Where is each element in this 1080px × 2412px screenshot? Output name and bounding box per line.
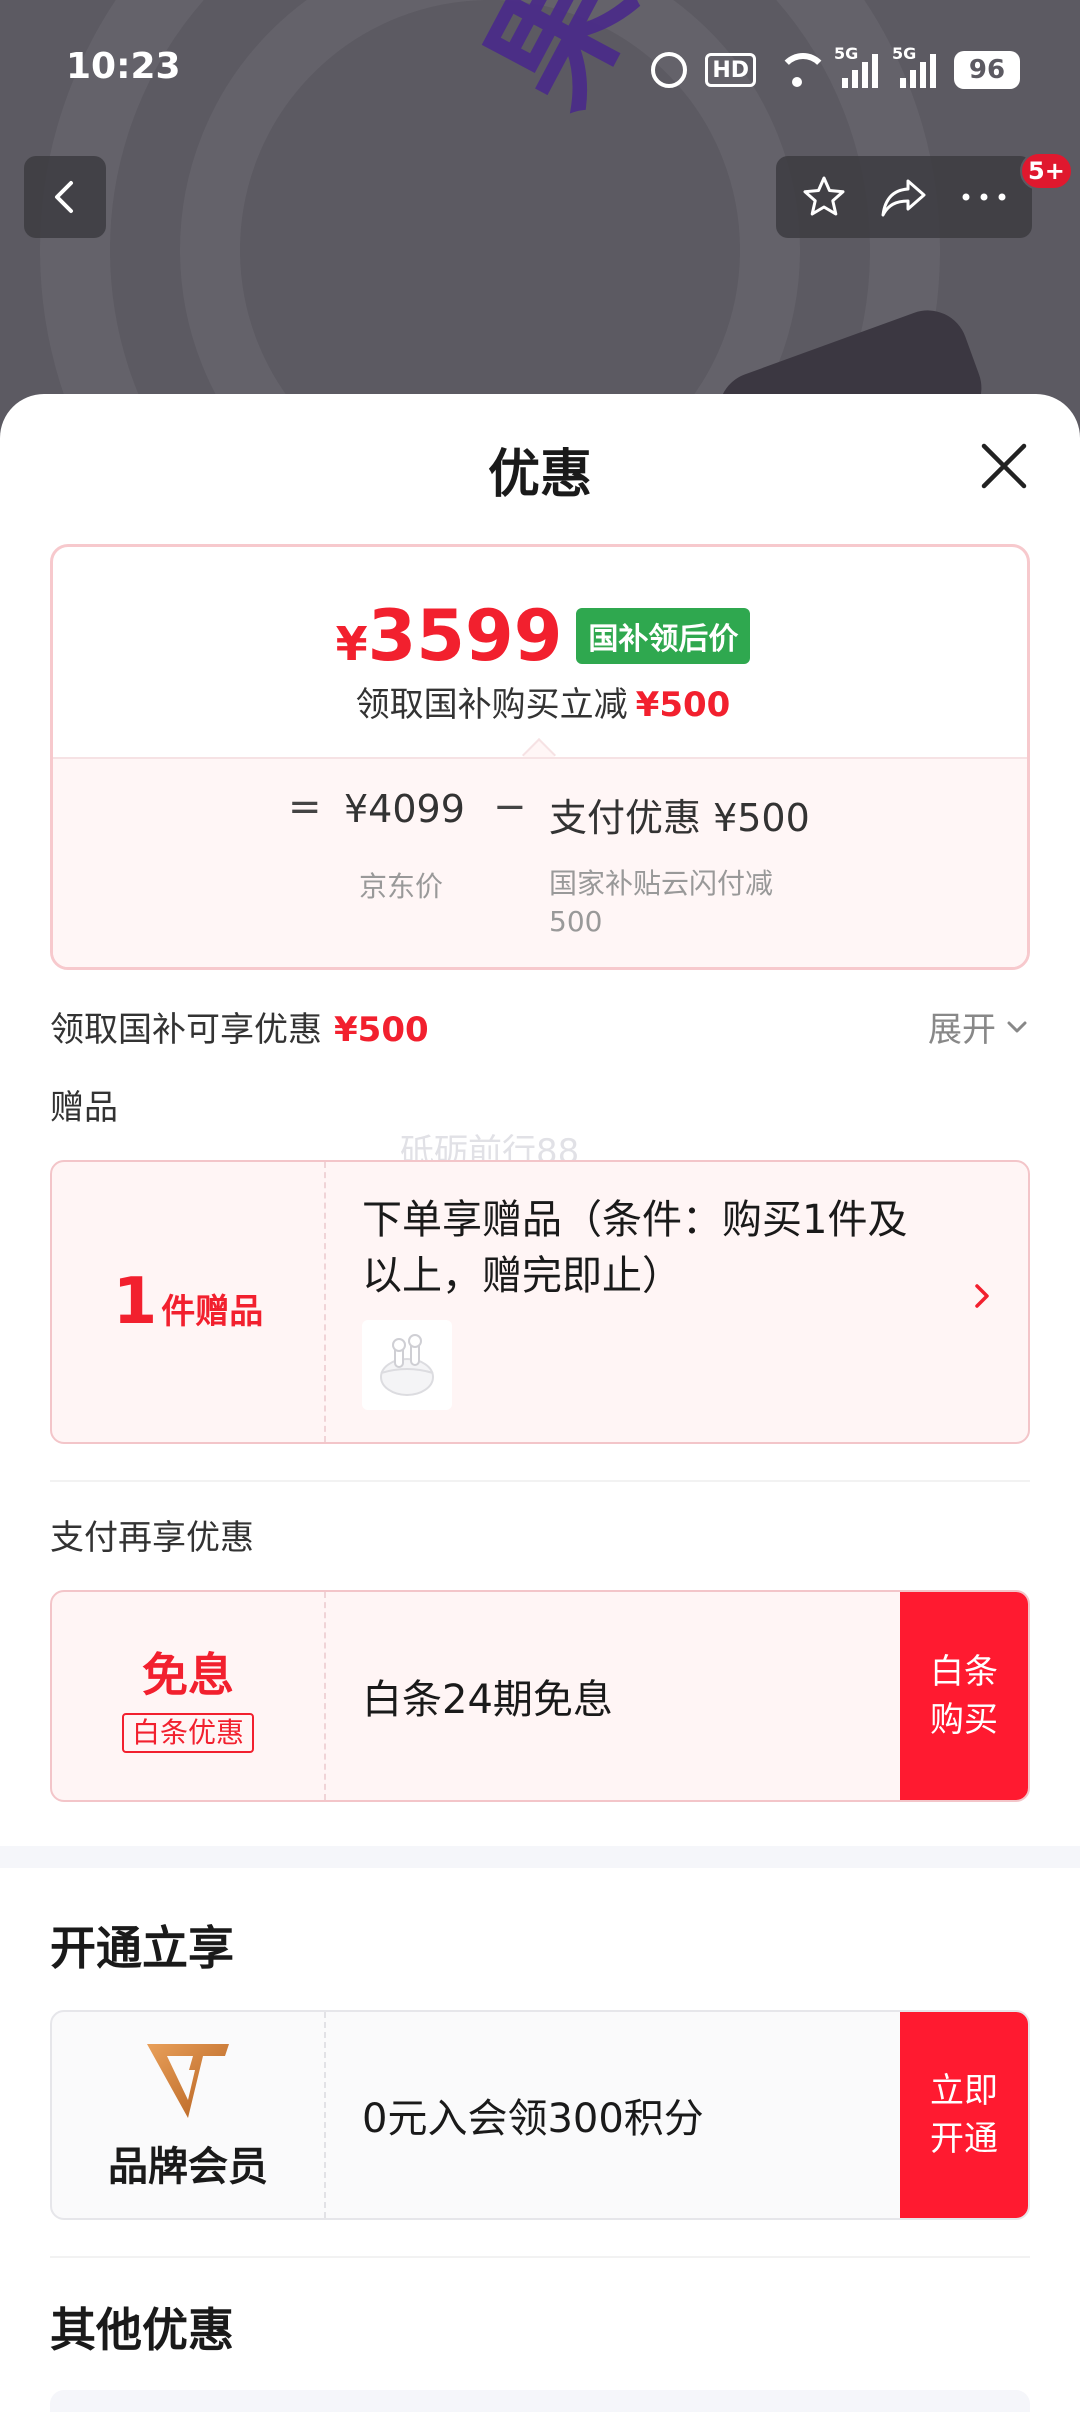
brand-member-name: 品牌会员 [108, 2144, 268, 2190]
favorite-button[interactable] [789, 162, 859, 232]
sheet-title: 优惠 [487, 445, 592, 505]
subsidy-discount-amount: ¥500 [334, 1010, 429, 1050]
nav-actions [776, 156, 1032, 238]
pay-discount-label: 国家补贴云闪付减500 [549, 867, 774, 938]
signal-5g-icon: 5G [892, 44, 936, 88]
interest-free-title: 免息 [142, 1648, 234, 1702]
gift-earbuds-image[interactable] [362, 1320, 452, 1410]
network-5g-label: 5G [892, 44, 917, 63]
price-breakdown: = ¥4099 京东价 − 支付优惠 ¥500 国家补贴云闪付减500 [53, 757, 1027, 967]
gift-detail-arrow[interactable] [972, 1280, 992, 1316]
battery-icon: 96 [954, 51, 1020, 89]
network-5g-label: 5G [834, 44, 859, 63]
close-button[interactable] [974, 436, 1034, 496]
close-icon [981, 443, 1027, 489]
chevron-right-icon [975, 1284, 989, 1308]
share-icon [881, 179, 926, 217]
hd-icon: HD [705, 53, 756, 87]
minus-sign: − [493, 784, 527, 830]
membership-section-title: 开通立享 [50, 1921, 234, 1975]
membership-card-left: 品牌会员 [52, 2012, 326, 2218]
other-section-title: 其他优惠 [50, 2303, 234, 2357]
discount-sheet: 优惠 ¥3599 国补领后价 领取国补购买立减 ¥500 = ¥4099 京东价 −… [0, 394, 1080, 2412]
join-membership-button[interactable]: 立即开通 [900, 2012, 1028, 2218]
share-button[interactable] [869, 162, 939, 232]
gift-description: 下单享赠品（条件：购买1件及以上，赠完即止） [362, 1197, 908, 1299]
subsidy-price-tag: 国补领后价 [576, 608, 751, 664]
expand-button[interactable]: 展开 [928, 1002, 1030, 1051]
subsidy-amount: ¥500 [635, 685, 731, 725]
back-button[interactable] [24, 156, 106, 238]
status-icons: HD 5G 5G 96 [651, 44, 1020, 92]
gift-coupon-left: 1 件赠品 [52, 1162, 326, 1442]
chevron-left-icon [55, 181, 73, 213]
signal-5g-icon: 5G [834, 44, 878, 88]
price-line: ¥3599 国补领后价 [53, 595, 1027, 677]
gift-count: 1 件赠品 [112, 1265, 264, 1339]
baitiao-coupon-left: 免息 白条优惠 [52, 1592, 326, 1800]
section-divider [50, 1480, 1030, 1482]
price-subtitle: 领取国补购买立减 ¥500 [355, 685, 731, 725]
baitiao-badge: 白条优惠 [121, 1713, 254, 1753]
pay-discount: 支付优惠 ¥500 [549, 796, 810, 840]
membership-card[interactable]: 品牌会员 0元入会领300积分 立即开通 [50, 2010, 1030, 2220]
star-icon [803, 176, 845, 216]
price-summary: ¥3599 国补领后价 领取国补购买立减 ¥500 [53, 547, 1027, 757]
expand-label: 展开 [928, 1010, 996, 1050]
earbuds-icon [380, 1334, 434, 1396]
section-divider [50, 2256, 1030, 2258]
baitiao-coupon-text: 白条24期免息 [362, 1677, 613, 1723]
wifi-icon [774, 53, 829, 87]
price-card: ¥3599 国补领后价 领取国补购买立减 ¥500 = ¥4099 京东价 − 支付… [50, 544, 1030, 970]
gift-coupon[interactable]: 1 件赠品 下单享赠品（条件：购买1件及以上，赠完即止） [50, 1160, 1030, 1444]
alarm-icon [651, 52, 688, 88]
payment-section-label: 支付再享优惠 [50, 1518, 254, 1558]
membership-offer-text: 0元入会领300积分 [362, 2096, 704, 2142]
chevron-down-icon [1007, 1021, 1027, 1032]
subsidy-discount-row: 领取国补可享优惠 ¥500 [50, 1010, 429, 1050]
message-count-badge: 5+ [1020, 152, 1073, 190]
final-price: ¥3599 [335, 595, 563, 677]
jd-price: ¥4099 [344, 787, 465, 831]
other-offers-card [50, 2390, 1030, 2412]
brand-member-logo-icon [147, 2044, 229, 2118]
more-icon [962, 193, 1006, 201]
gift-section-label: 赠品 [50, 1088, 118, 1128]
equals-sign: = [288, 784, 322, 830]
status-bar: 10:23 HD 5G 5G 96 [0, 0, 1080, 140]
jd-price-label: 京东价 [359, 870, 444, 903]
baitiao-buy-button[interactable]: 白条购买 [900, 1592, 1028, 1800]
status-time: 10:23 [66, 46, 181, 87]
more-button[interactable] [949, 162, 1019, 232]
section-gap [0, 1846, 1080, 1868]
baitiao-coupon[interactable]: 免息 白条优惠 白条24期免息 白条购买 [50, 1590, 1030, 1802]
